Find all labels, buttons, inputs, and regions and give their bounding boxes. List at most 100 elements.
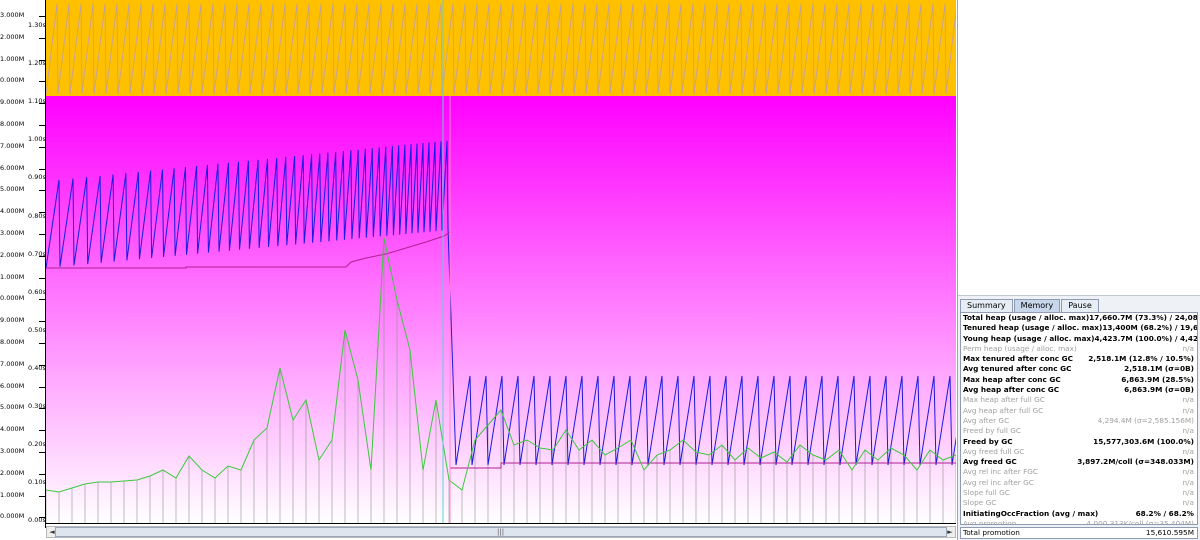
- stat-row: Freed by GC 15,577,303.6M (100.0%): [961, 437, 1197, 447]
- gc-chart-svg: [46, 0, 956, 523]
- stat-row: Avg tenured after conc GC 2,518.1M (σ=0B): [961, 364, 1197, 374]
- y-axis-tick-label: 1.000M: [0, 54, 25, 63]
- y-axis-tick-label: 2.000M: [0, 32, 25, 41]
- stat-row: Avg after GC 4,294.4M (σ=2,585.156M): [961, 416, 1197, 426]
- pause-axis-tick-label: 1.30s: [28, 21, 46, 29]
- y-axis-tick: [39, 495, 45, 497]
- stat-row: Slope GC n/a: [961, 498, 1197, 508]
- stat-value: n/a: [1182, 405, 1194, 415]
- pause-axis-tick-label: 0.70s: [28, 249, 46, 258]
- stat-value: 68.2% / 68.2%: [1135, 508, 1194, 518]
- stat-label: Slope full GC: [963, 488, 1010, 498]
- stat-value: 6,863.9M (σ=0B): [1124, 385, 1194, 395]
- stat-label: Total heap (usage / alloc. max): [963, 313, 1090, 322]
- y-axis-tick-label: 1.000M: [0, 272, 25, 281]
- stat-label: Max heap after full GC: [963, 395, 1045, 405]
- y-axis-tick: [39, 321, 45, 323]
- stat-row: Avg rel inc after GC n/a: [961, 478, 1197, 488]
- stat-row: Max heap after full GC n/a: [961, 395, 1197, 405]
- y-axis-tick-label: 5.000M: [0, 185, 25, 194]
- pause-axis-tick-label: 0.40s: [28, 363, 46, 372]
- stat-label: Freed by GC: [963, 436, 1013, 446]
- stat-label: Avg rel inc after GC: [963, 477, 1034, 487]
- y-axis-tick: [39, 168, 45, 170]
- y-axis-tick-label: 0.000M: [0, 76, 25, 85]
- stat-value: n/a: [1182, 467, 1194, 477]
- info-panel: Summary Memory Pause Total heap (usage /…: [957, 0, 1200, 540]
- y-axis-tick: [39, 146, 45, 148]
- y-axis-tick-label: 3.000M: [0, 11, 25, 19]
- stat-label: Max heap after conc GC: [963, 374, 1061, 384]
- y-axis-tick-label: 9.000M: [0, 316, 25, 325]
- y-axis-tick-label: 3.000M: [0, 229, 25, 237]
- stat-label: Avg heap after conc GC: [963, 385, 1060, 395]
- y-axis-tick-label: 8.000M: [0, 120, 25, 128]
- stat-label: Perm heap (usage / alloc. max): [963, 343, 1077, 353]
- stat-label: Tenured heap (usage / alloc. max): [963, 323, 1103, 333]
- pause-axis-tick-label: 1.10s: [28, 97, 46, 106]
- y-axis-tick: [39, 386, 45, 388]
- stat-value: n/a: [1182, 446, 1194, 456]
- y-axis-tick-label: 1.000M: [0, 490, 25, 499]
- y-axis-tick: [39, 125, 45, 126]
- stat-row: Slope full GC n/a: [961, 488, 1197, 498]
- y-axis-tick-label: 9.000M: [0, 98, 25, 107]
- pause-axis-tick-label: 0.10s: [28, 478, 46, 487]
- y-axis-tick-label: 8.000M: [0, 338, 25, 346]
- stat-value: n/a: [1182, 477, 1194, 487]
- gc-viewer-window: 3.000M 2.000M 1.000M 0.000M 9.000M 8.000M 7.00…: [0, 0, 1200, 540]
- info-tabs: Summary Memory Pause: [960, 299, 1100, 312]
- y-axis-tick: [39, 473, 45, 475]
- y-axis-tick: [39, 190, 45, 192]
- stat-label: Max tenured after conc GC: [963, 354, 1073, 364]
- total-promotion-row: Total promotion 15,610.595M: [960, 527, 1198, 539]
- stat-value: 2,518.1M (12.8% / 10.5%): [1088, 354, 1194, 364]
- scrollbar-thumb[interactable]: |||: [55, 527, 947, 537]
- y-axis-tick-label: 7.000M: [0, 141, 25, 150]
- y-axis-tick-label: 2.000M: [0, 250, 25, 259]
- stat-label: Young heap (usage / alloc. max): [963, 333, 1095, 343]
- y-axis-tick-label: 5.000M: [0, 403, 25, 412]
- tab-memory[interactable]: Memory: [1013, 299, 1061, 312]
- pause-axis-tick-label: 1.00s: [28, 135, 46, 144]
- y-axis-tick: [39, 37, 45, 39]
- stat-row: Avg promotion 4,000.313K/coll (σ=35.404M): [961, 518, 1197, 525]
- y-axis-tick-label: 3.000M: [0, 447, 25, 455]
- pause-axis-tick-label: 0.20s: [28, 440, 46, 449]
- gc-chart[interactable]: [46, 0, 956, 524]
- stat-value: n/a: [1182, 343, 1194, 353]
- total-promotion-value: 15,610.595M: [1145, 528, 1194, 537]
- scroll-right-arrow-icon[interactable]: ►: [945, 527, 955, 537]
- stat-label: InitiatingOccFraction (avg / max): [963, 508, 1099, 518]
- total-promotion-label: Total promotion: [963, 528, 1020, 537]
- stat-value: n/a: [1182, 426, 1194, 436]
- pause-axis-tick-label: 0.90s: [28, 173, 46, 182]
- chart-horizontal-scrollbar[interactable]: ◄ ||| ►: [46, 526, 956, 538]
- stat-row: Avg heap after conc GC 6,863.9M (σ=0B): [961, 385, 1197, 395]
- pause-axis-tick-label: 0.30s: [28, 402, 46, 410]
- y-axis-tick-label: 0.000M: [0, 294, 25, 303]
- pause-axis-tick-label: 0.80s: [28, 211, 46, 220]
- stat-value: n/a: [1182, 395, 1194, 405]
- stat-value: 15,577,303.6M (100.0%): [1093, 436, 1194, 446]
- stat-value: 4,294.4M (σ=2,585.156M): [1097, 415, 1194, 425]
- stat-label: Freed by full GC: [963, 426, 1022, 436]
- scrollbar-grip-icon: |||: [497, 528, 505, 536]
- stat-row: Avg freed full GC n/a: [961, 447, 1197, 457]
- pause-axis-tick-label: 0.00s: [28, 516, 46, 525]
- y-axis-tick-label: 0.000M: [0, 512, 25, 521]
- tab-pause[interactable]: Pause: [1061, 299, 1099, 312]
- y-axis-tick: [39, 16, 45, 17]
- stat-row: Avg freed GC 3,897.2M/coll (σ=348.033M): [961, 457, 1197, 467]
- y-axis-tick: [39, 234, 45, 235]
- stat-row: Avg rel inc after FGC n/a: [961, 467, 1197, 477]
- tab-summary[interactable]: Summary: [960, 299, 1013, 312]
- y-axis-tick-label: 7.000M: [0, 359, 25, 368]
- y-axis: 3.000M 2.000M 1.000M 0.000M 9.000M 8.000M 7.00…: [0, 0, 46, 528]
- stat-row: Perm heap (usage / alloc. max) n/a: [961, 344, 1197, 354]
- stat-value: 6,863.9M (28.5%): [1121, 374, 1194, 384]
- y-axis-tick: [39, 81, 45, 83]
- y-axis-tick-label: 6.000M: [0, 163, 25, 172]
- y-axis-tick-label: 4.000M: [0, 425, 25, 434]
- stat-value: 4,000.313K/coll (σ=35.404M): [1086, 518, 1195, 525]
